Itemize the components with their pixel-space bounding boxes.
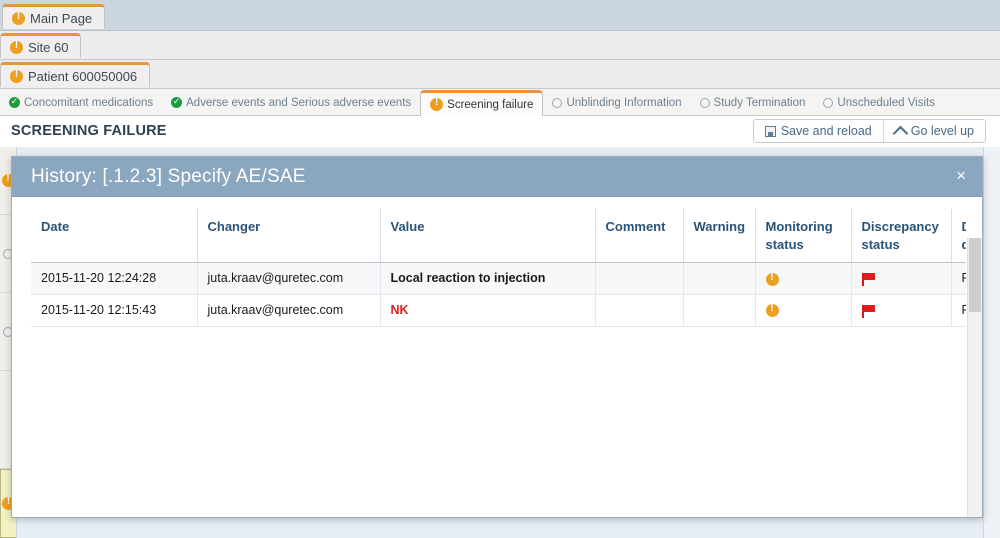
column-header-date[interactable]: Date <box>31 209 197 263</box>
empty-circle-icon <box>700 98 710 108</box>
cell-discrepancy-status <box>851 263 951 295</box>
cell-changer: juta.kraav@quretec.com <box>197 263 380 295</box>
cell-date: 2015-11-20 12:15:43 <box>31 294 197 326</box>
warning-circle-icon <box>430 98 443 111</box>
cell-comment <box>595 294 683 326</box>
subtab-label: Concomitant medications <box>24 97 153 109</box>
subtab-unscheduled-visits[interactable]: Unscheduled Visits <box>814 89 944 116</box>
red-flag-icon <box>862 304 877 318</box>
subtab-label: Screening failure <box>447 99 533 111</box>
go-level-up-label: Go level up <box>911 124 974 138</box>
column-header-discrepancy-description[interactable]: Disc… des… <box>951 209 966 263</box>
cell-value: NK <box>380 294 595 326</box>
check-circle-icon <box>9 97 20 108</box>
table-row[interactable]: 2015-11-20 12:15:43 juta.kraav@quretec.c… <box>31 294 966 326</box>
top-band <box>0 0 1000 31</box>
cell-warning <box>683 263 755 295</box>
subtab-label: Unblinding Information <box>566 97 681 109</box>
cell-discrepancy-description: Plea <box>951 294 966 326</box>
red-flag-icon <box>862 272 877 286</box>
cell-monitoring-status <box>755 263 851 295</box>
close-icon[interactable]: × <box>956 167 966 184</box>
form-right-rail <box>983 147 1000 538</box>
subtab-adverse-events[interactable]: Adverse events and Serious adverse event… <box>162 89 420 116</box>
warning-circle-icon <box>10 70 23 83</box>
history-table: Date Changer Value Comment Warning Monit… <box>31 209 966 327</box>
table-row[interactable]: 2015-11-20 12:24:28 juta.kraav@quretec.c… <box>31 263 966 295</box>
subtab-concomitant-medications[interactable]: Concomitant medications <box>0 89 162 116</box>
subtab-unblinding-information[interactable]: Unblinding Information <box>543 89 690 116</box>
history-modal: History: [.1.2.3] Specify AE/SAE × Date … <box>11 156 983 518</box>
column-header-changer[interactable]: Changer <box>197 209 380 263</box>
breadcrumb-label: Patient 600050006 <box>28 69 137 84</box>
cell-discrepancy-status <box>851 294 951 326</box>
cell-value: Local reaction to injection <box>380 263 595 295</box>
modal-header: History: [.1.2.3] Specify AE/SAE × <box>12 157 982 197</box>
empty-circle-icon <box>552 98 562 108</box>
modal-body: Date Changer Value Comment Warning Monit… <box>12 197 982 518</box>
empty-circle-icon <box>823 98 833 108</box>
column-header-warning[interactable]: Warning <box>683 209 755 263</box>
cell-warning <box>683 294 755 326</box>
subtab-screening-failure[interactable]: Screening failure <box>420 90 543 117</box>
save-and-reload-button[interactable]: Save and reload <box>754 120 883 142</box>
chevron-up-icon <box>892 125 908 141</box>
second-band <box>0 31 1000 60</box>
check-circle-icon <box>171 97 182 108</box>
subtab-bar: Concomitant medications Adverse events a… <box>0 89 944 116</box>
column-header-value[interactable]: Value <box>380 209 595 263</box>
modal-vertical-scrollbar-thumb[interactable] <box>969 238 981 312</box>
save-icon <box>765 126 776 137</box>
history-table-head: Date Changer Value Comment Warning Monit… <box>31 209 966 263</box>
breadcrumb-tab-main-page[interactable]: Main Page <box>2 4 105 29</box>
warning-circle-icon <box>12 12 25 25</box>
cell-monitoring-status <box>755 294 851 326</box>
history-table-container: Date Changer Value Comment Warning Monit… <box>31 209 966 327</box>
breadcrumb-tab-patient[interactable]: Patient 600050006 <box>0 62 150 87</box>
warning-circle-icon <box>10 41 23 54</box>
save-button-label: Save and reload <box>781 124 872 138</box>
cell-comment <box>595 263 683 295</box>
breadcrumb-label: Main Page <box>30 11 92 26</box>
page-action-group: Save and reload Go level up <box>753 119 986 143</box>
go-level-up-button[interactable]: Go level up <box>883 120 985 142</box>
subtab-study-termination[interactable]: Study Termination <box>691 89 815 116</box>
page-title: SCREENING FAILURE <box>11 123 167 139</box>
history-header-row: Date Changer Value Comment Warning Monit… <box>31 209 966 263</box>
warning-circle-icon <box>766 273 779 286</box>
modal-vertical-scrollbar[interactable] <box>967 238 982 518</box>
subtab-label: Unscheduled Visits <box>837 97 935 109</box>
modal-title: History: [.1.2.3] Specify AE/SAE <box>31 166 306 188</box>
cell-discrepancy-description: Plea <box>951 263 966 295</box>
page-titlebar: SCREENING FAILURE Save and reload Go lev… <box>0 116 1000 147</box>
value-text: Local reaction to injection <box>391 271 546 285</box>
warning-circle-icon <box>766 304 779 317</box>
subtab-label: Adverse events and Serious adverse event… <box>186 97 411 109</box>
cell-changer: juta.kraav@quretec.com <box>197 294 380 326</box>
column-header-monitoring-status[interactable]: Monitoring status <box>755 209 851 263</box>
column-header-comment[interactable]: Comment <box>595 209 683 263</box>
application-window: Main Page Site 60 Patient 600050006 Conc… <box>0 0 1000 538</box>
cell-date: 2015-11-20 12:24:28 <box>31 263 197 295</box>
value-text: NK <box>391 303 409 317</box>
history-table-body: 2015-11-20 12:24:28 juta.kraav@quretec.c… <box>31 263 966 326</box>
subtab-label: Study Termination <box>714 97 806 109</box>
breadcrumb-tab-site[interactable]: Site 60 <box>0 33 81 58</box>
breadcrumb-label: Site 60 <box>28 40 68 55</box>
column-header-discrepancy-status[interactable]: Discrepancy status <box>851 209 951 263</box>
